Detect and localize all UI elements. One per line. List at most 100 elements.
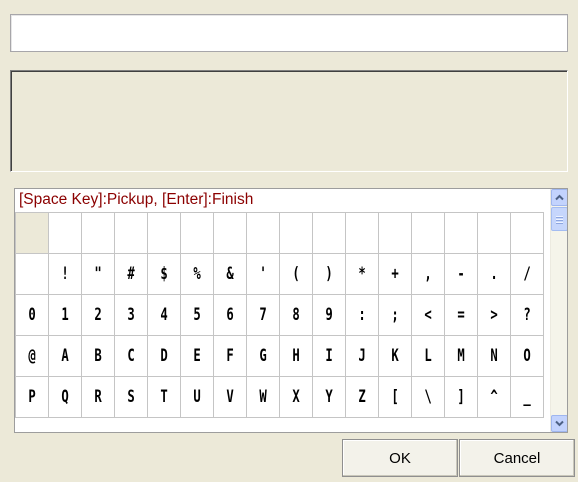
char-cell[interactable]: @: [15, 335, 49, 377]
char-cell[interactable]: [312, 212, 346, 254]
char-cell[interactable]: /: [510, 253, 544, 295]
char-cell[interactable]: [411, 212, 445, 254]
char-cell[interactable]: [15, 253, 49, 295]
char-cell[interactable]: I: [312, 335, 346, 377]
char-cell[interactable]: [: [378, 376, 412, 418]
char-cell[interactable]: -: [444, 253, 478, 295]
char-cell[interactable]: L: [411, 335, 445, 377]
char-cell[interactable]: X: [279, 376, 313, 418]
char-cell[interactable]: [510, 212, 544, 254]
char-cell[interactable]: F: [213, 335, 247, 377]
char-cell-label: ,: [424, 264, 432, 284]
vertical-scrollbar[interactable]: [550, 189, 567, 432]
char-cell-label: K: [391, 346, 399, 366]
char-cell[interactable]: [477, 212, 511, 254]
char-cell[interactable]: Z: [345, 376, 379, 418]
char-cell[interactable]: 4: [147, 294, 181, 336]
char-cell[interactable]: [279, 212, 313, 254]
char-cell[interactable]: [246, 212, 280, 254]
char-cell[interactable]: _: [510, 376, 544, 418]
char-cell[interactable]: S: [114, 376, 148, 418]
char-cell[interactable]: ): [312, 253, 346, 295]
char-cell[interactable]: [48, 212, 82, 254]
char-cell[interactable]: [213, 212, 247, 254]
char-cell[interactable]: \: [411, 376, 445, 418]
char-cell[interactable]: Y: [312, 376, 346, 418]
char-cell[interactable]: 3: [114, 294, 148, 336]
char-cell-label: 9: [325, 305, 333, 325]
char-cell[interactable]: ^: [477, 376, 511, 418]
char-cell-label: ?: [523, 305, 531, 325]
char-cell[interactable]: ]: [444, 376, 478, 418]
char-cell[interactable]: V: [213, 376, 247, 418]
char-cell[interactable]: R: [81, 376, 115, 418]
char-cell-label: A: [61, 346, 69, 366]
char-cell[interactable]: T: [147, 376, 181, 418]
char-cell[interactable]: :: [345, 294, 379, 336]
char-cell[interactable]: 5: [180, 294, 214, 336]
char-cell-label: 7: [259, 305, 267, 325]
scroll-thumb[interactable]: [551, 207, 567, 231]
char-cell[interactable]: O: [510, 335, 544, 377]
char-cell[interactable]: +: [378, 253, 412, 295]
char-cell[interactable]: G: [246, 335, 280, 377]
scroll-up-button[interactable]: [551, 189, 567, 206]
char-cell[interactable]: $: [147, 253, 181, 295]
cancel-button[interactable]: Cancel: [459, 439, 575, 477]
char-cell[interactable]: D: [147, 335, 181, 377]
char-cell[interactable]: ": [81, 253, 115, 295]
char-cell[interactable]: <: [411, 294, 445, 336]
char-cell[interactable]: C: [114, 335, 148, 377]
char-cell[interactable]: !: [48, 253, 82, 295]
char-cell[interactable]: 6: [213, 294, 247, 336]
char-cell[interactable]: J: [345, 335, 379, 377]
char-cell[interactable]: 0: [15, 294, 49, 336]
char-cell[interactable]: 1: [48, 294, 82, 336]
char-cell[interactable]: #: [114, 253, 148, 295]
scroll-down-button[interactable]: [551, 415, 567, 432]
ok-button[interactable]: OK: [342, 439, 458, 477]
char-cell[interactable]: H: [279, 335, 313, 377]
char-cell[interactable]: N: [477, 335, 511, 377]
char-cell[interactable]: ;: [378, 294, 412, 336]
char-cell[interactable]: K: [378, 335, 412, 377]
char-cell[interactable]: W: [246, 376, 280, 418]
char-cell[interactable]: >: [477, 294, 511, 336]
char-cell[interactable]: [180, 212, 214, 254]
char-cell[interactable]: 2: [81, 294, 115, 336]
char-cell[interactable]: M: [444, 335, 478, 377]
char-cell[interactable]: P: [15, 376, 49, 418]
char-cell[interactable]: 7: [246, 294, 280, 336]
char-cell[interactable]: E: [180, 335, 214, 377]
char-cell[interactable]: %: [180, 253, 214, 295]
char-cell-label: F: [226, 346, 234, 366]
char-cell[interactable]: ?: [510, 294, 544, 336]
char-cell-label: =: [457, 305, 465, 325]
char-cell[interactable]: [114, 212, 148, 254]
character-input-field[interactable]: [10, 14, 568, 52]
char-cell[interactable]: 9: [312, 294, 346, 336]
grip-line-icon: [556, 215, 563, 217]
char-cell[interactable]: =: [444, 294, 478, 336]
char-cell[interactable]: &: [213, 253, 247, 295]
char-cell[interactable]: ,: [411, 253, 445, 295]
char-cell[interactable]: [378, 212, 412, 254]
char-cell[interactable]: [81, 212, 115, 254]
char-cell[interactable]: [444, 212, 478, 254]
char-cell[interactable]: *: [345, 253, 379, 295]
char-cell[interactable]: 8: [279, 294, 313, 336]
char-cell[interactable]: ': [246, 253, 280, 295]
char-cell-label: !: [61, 264, 69, 284]
char-cell[interactable]: [147, 212, 181, 254]
char-cell[interactable]: U: [180, 376, 214, 418]
char-cell-label: $: [160, 264, 168, 284]
char-cell[interactable]: [345, 212, 379, 254]
char-cell[interactable]: B: [81, 335, 115, 377]
char-cell-label: Z: [358, 387, 366, 407]
char-cell[interactable]: Q: [48, 376, 82, 418]
char-cell[interactable]: [15, 212, 49, 254]
char-cell[interactable]: (: [279, 253, 313, 295]
char-cell[interactable]: A: [48, 335, 82, 377]
char-cell[interactable]: .: [477, 253, 511, 295]
char-cell-label: @: [28, 346, 36, 366]
